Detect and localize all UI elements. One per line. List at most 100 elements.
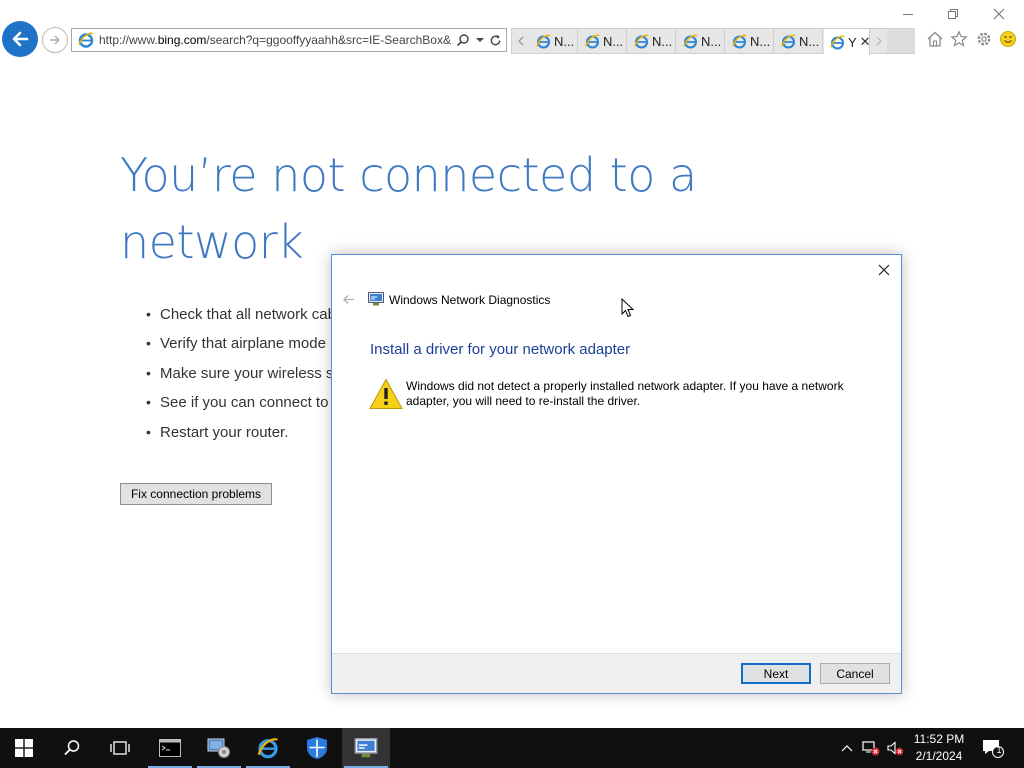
gear-icon bbox=[977, 32, 991, 46]
address-dropdown-button[interactable] bbox=[472, 32, 488, 48]
browser-tab[interactable]: N... bbox=[677, 29, 725, 53]
search-button[interactable] bbox=[455, 32, 471, 48]
network-disconnected-icon bbox=[862, 741, 880, 756]
feedback-button[interactable] bbox=[998, 29, 1018, 49]
tab-scroll-left-button[interactable] bbox=[512, 29, 530, 53]
list-item: • Verify that airplane mode bbox=[146, 335, 326, 353]
next-button[interactable]: Next bbox=[741, 663, 811, 684]
screen: http://www.bing.com/search?q=ggooffyyaah… bbox=[0, 0, 1024, 768]
browser-tab[interactable]: N... bbox=[726, 29, 774, 53]
back-button[interactable] bbox=[2, 21, 38, 57]
new-tab-button[interactable] bbox=[887, 29, 915, 53]
volume-button[interactable] bbox=[884, 728, 906, 768]
home-button[interactable] bbox=[925, 29, 945, 49]
tip-text: See if you can connect to bbox=[160, 394, 329, 412]
browser-tab-active[interactable]: Y ✕ bbox=[824, 29, 871, 55]
tab-label: N... bbox=[701, 33, 722, 49]
tip-text: Make sure your wireless sv bbox=[160, 364, 341, 382]
start-button[interactable] bbox=[0, 728, 48, 768]
volume-muted-icon bbox=[887, 741, 904, 756]
close-icon bbox=[993, 8, 1005, 20]
url-path: /search?q=ggooffyyaahh&src=IE-SearchBox& bbox=[206, 33, 451, 47]
tools-button[interactable] bbox=[974, 29, 994, 49]
system-clock[interactable]: 11:52 PM 2/1/2024 bbox=[908, 731, 970, 765]
internet-explorer-icon bbox=[536, 34, 551, 48]
tab-scroll-right-button[interactable] bbox=[870, 29, 888, 53]
close-icon bbox=[878, 264, 890, 276]
url-host: bing.com bbox=[157, 33, 207, 47]
network-status-button[interactable] bbox=[860, 728, 882, 768]
list-item: • Make sure your wireless sv bbox=[146, 364, 341, 382]
taskbar: 11:52 PM 2/1/2024 1 bbox=[0, 728, 1024, 768]
restore-button[interactable] bbox=[942, 5, 964, 23]
taskbar-search-button[interactable] bbox=[48, 728, 96, 768]
network-diagnostics-dialog: Windows Network Diagnostics Install a dr… bbox=[331, 254, 902, 694]
url-text[interactable]: http://www.bing.com/search?q=ggooffyyaah… bbox=[99, 33, 455, 47]
action-center-button[interactable]: 1 bbox=[978, 728, 1008, 768]
browser-toolbar: http://www.bing.com/search?q=ggooffyyaah… bbox=[0, 0, 1024, 62]
taskbar-network-diagnostics[interactable] bbox=[342, 728, 390, 768]
favorites-button[interactable] bbox=[949, 29, 969, 49]
smiley-icon bbox=[1000, 31, 1016, 47]
list-item: • Restart your router. bbox=[146, 423, 289, 441]
network-diagnostics-icon bbox=[368, 292, 384, 306]
start-icon bbox=[15, 739, 33, 757]
internet-explorer-icon bbox=[830, 35, 845, 49]
close-window-button[interactable] bbox=[988, 5, 1010, 23]
troubleshooting-list: • Check that all network cab • Verify that… bbox=[146, 303, 341, 450]
chevron-up-icon bbox=[841, 745, 853, 752]
internet-explorer-icon bbox=[78, 32, 94, 48]
internet-explorer-icon bbox=[732, 34, 747, 48]
search-icon bbox=[456, 34, 469, 47]
browser-tab[interactable]: N... bbox=[775, 29, 823, 53]
search-icon bbox=[64, 740, 80, 756]
tab-label: N... bbox=[652, 33, 673, 49]
internet-explorer-icon bbox=[585, 34, 600, 48]
taskbar-internet-explorer[interactable] bbox=[244, 728, 292, 768]
notification-count: 1 bbox=[996, 745, 1002, 755]
close-tab-icon[interactable]: ✕ bbox=[860, 34, 871, 50]
back-arrow-icon bbox=[12, 31, 29, 47]
browser-tab[interactable]: N... bbox=[628, 29, 676, 53]
tab-label: N... bbox=[799, 33, 820, 49]
back-arrow-icon bbox=[342, 294, 354, 304]
refresh-icon bbox=[490, 34, 500, 45]
tab-label: N... bbox=[750, 33, 771, 49]
star-icon bbox=[950, 30, 968, 47]
browser-tab[interactable]: N... bbox=[530, 29, 578, 53]
dialog-back-button[interactable] bbox=[340, 291, 356, 307]
address-bar[interactable]: http://www.bing.com/search?q=ggooffyyaah… bbox=[71, 28, 507, 52]
dialog-footer: Next Cancel bbox=[332, 653, 901, 693]
cancel-button[interactable]: Cancel bbox=[820, 663, 890, 684]
internet-explorer-icon bbox=[257, 738, 279, 759]
fix-connection-button[interactable]: Fix connection problems bbox=[120, 483, 272, 505]
internet-explorer-icon bbox=[781, 34, 796, 48]
command-prompt-icon bbox=[159, 739, 181, 757]
clock-date: 2/1/2024 bbox=[915, 749, 963, 763]
task-view-button[interactable] bbox=[96, 728, 144, 768]
minimize-button[interactable] bbox=[897, 5, 919, 23]
taskbar-server-manager[interactable] bbox=[195, 728, 243, 768]
show-hidden-icons-button[interactable] bbox=[838, 728, 856, 768]
clock-time: 11:52 PM bbox=[913, 732, 965, 746]
forward-button[interactable] bbox=[42, 27, 68, 53]
minimize-icon bbox=[903, 14, 913, 15]
tab-label: Y bbox=[848, 34, 857, 50]
dialog-heading: Install a driver for your network adapte… bbox=[370, 341, 631, 358]
browser-tab[interactable]: N... bbox=[579, 29, 627, 53]
list-item: • See if you can connect to bbox=[146, 394, 329, 412]
taskbar-windows-defender[interactable] bbox=[293, 728, 341, 768]
tab-strip: N... N... N... N... N... N... Y ✕ bbox=[511, 28, 915, 55]
dialog-close-button[interactable] bbox=[875, 261, 893, 279]
mouse-cursor-icon bbox=[621, 298, 635, 318]
chevron-down-icon bbox=[476, 38, 484, 42]
dialog-message: Windows did not detect a properly instal… bbox=[406, 379, 844, 408]
taskbar-command-prompt[interactable] bbox=[146, 728, 194, 768]
url-prefix: http://www. bbox=[99, 33, 158, 47]
refresh-button[interactable] bbox=[487, 32, 503, 48]
tip-text: Verify that airplane mode bbox=[160, 335, 326, 353]
restore-icon bbox=[948, 9, 958, 19]
list-item: • Check that all network cab bbox=[146, 306, 336, 323]
task-view-icon bbox=[110, 741, 130, 755]
tab-label: N... bbox=[554, 33, 575, 49]
